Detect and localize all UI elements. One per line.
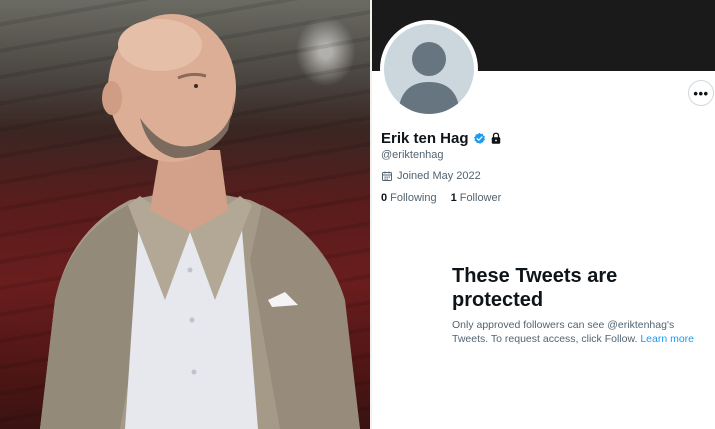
profile-name-row: Erik ten Hag <box>381 130 502 147</box>
followers-link[interactable]: 1 Follower <box>451 192 502 204</box>
protected-title: These Tweets are protected <box>452 264 707 312</box>
press-photo <box>0 0 370 429</box>
calendar-icon <box>382 171 392 181</box>
protected-body: Only approved followers can see @erikten… <box>452 318 707 346</box>
following-label: Following <box>390 192 437 204</box>
learn-more-link[interactable]: Learn more <box>640 333 694 345</box>
followers-count: 1 <box>450 192 457 204</box>
protected-notice: These Tweets are protected Only approved… <box>452 264 707 346</box>
more-icon: ••• <box>693 85 709 101</box>
default-avatar-icon <box>398 42 460 114</box>
twitter-profile: ••• Erik ten Hag @eriktenhag Joined May … <box>372 0 715 429</box>
lock-icon <box>491 132 500 144</box>
profile-name: Erik ten Hag <box>381 130 469 147</box>
more-button[interactable]: ••• <box>688 80 714 106</box>
profile-handle: @eriktenhag <box>381 149 444 161</box>
protected-title-line1: These Tweets are <box>452 265 618 287</box>
followers-label: Follower <box>459 192 502 204</box>
follow-stats: 0 Following 1 Follower <box>381 192 501 204</box>
man-portrait <box>40 14 360 429</box>
verified-badge-icon <box>473 132 485 144</box>
following-count: 0 <box>381 192 388 204</box>
protected-title-line2: protected <box>452 289 544 311</box>
following-link[interactable]: 0 Following <box>381 192 437 204</box>
joined-date: Joined May 2022 <box>381 170 481 182</box>
joined-text: Joined May 2022 <box>397 170 481 182</box>
avatar-frame <box>380 20 478 118</box>
avatar[interactable] <box>384 24 474 114</box>
